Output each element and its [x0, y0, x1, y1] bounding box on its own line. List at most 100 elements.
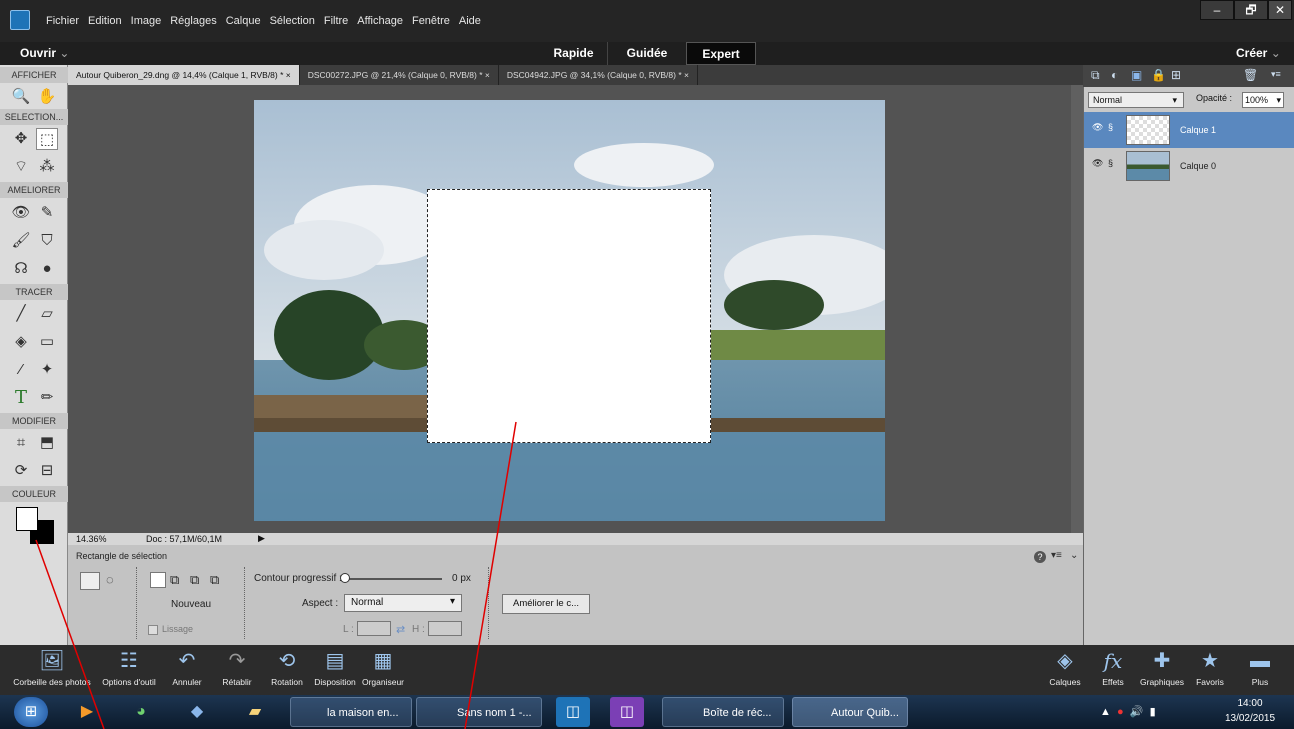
brush-tool-icon[interactable]: ╱ [10, 303, 32, 325]
content-move-tool-icon[interactable]: ⟳ [10, 460, 32, 482]
mask-icon[interactable]: ▣ [1131, 68, 1142, 82]
menu-edition[interactable]: Edition [88, 15, 122, 27]
width-input[interactable] [357, 621, 391, 636]
clock[interactable]: 14:00 13/02/2015 [1210, 696, 1290, 726]
menu-selection[interactable]: Sélection [270, 15, 315, 27]
zoom-tool-icon[interactable]: 🔍 [10, 86, 32, 108]
opacity-input[interactable]: 100% ▾ [1242, 92, 1284, 108]
taskbar-item-autour[interactable]: Autour Quib... [792, 697, 908, 727]
menu-reglages[interactable]: Réglages [170, 15, 216, 27]
white-selection-fill[interactable] [427, 189, 711, 443]
create-button[interactable]: Créer ⌄ [1236, 46, 1281, 60]
crop-tool-icon[interactable]: ⌗ [10, 432, 32, 454]
media-player-icon[interactable]: ▶ [70, 697, 104, 727]
book-icon[interactable]: ◆ [180, 697, 214, 727]
refine-edge-button[interactable]: Améliorer le c... [502, 594, 590, 614]
picasa-icon[interactable]: ◕ [124, 697, 158, 727]
layers-menu-icon[interactable]: ▾≡ [1271, 69, 1281, 80]
new-selection-icon[interactable] [150, 572, 166, 588]
panel-menu-icon[interactable]: ▾≡ [1051, 550, 1062, 561]
lock-icon[interactable]: 🔒 [1151, 68, 1166, 82]
redo-button[interactable]: ↷ Rétablir [212, 645, 262, 695]
collapse-chevron-icon[interactable]: ⌄ [1070, 550, 1078, 561]
lock-all-icon[interactable]: ⊞ [1171, 68, 1181, 82]
zoom-readout[interactable]: 14.36% [76, 534, 107, 544]
status-menu-arrow-icon[interactable]: ▶ [258, 533, 265, 544]
mode-expert-tab[interactable]: Expert [686, 42, 756, 65]
layer-row[interactable]: 👁 § Calque 0 [1084, 148, 1294, 184]
spot-healing-tool-icon[interactable]: ✎ [36, 202, 58, 224]
rotate-button[interactable]: ⟲ Rotation [262, 645, 312, 695]
aspect-select[interactable]: Normal ▾ [344, 594, 462, 612]
menu-calque[interactable]: Calque [226, 15, 261, 27]
doc-tab-dsc00272[interactable]: DSC00272.JPG @ 21,4% (Calque 0, RVB/8) *… [300, 65, 499, 85]
taskbar-item-sans-nom[interactable]: Sans nom 1 -... [416, 697, 542, 727]
premiere-icon[interactable]: ◫ [610, 697, 644, 727]
trash-icon[interactable]: 🗑 [1243, 68, 1258, 82]
start-button[interactable]: ⊞ [14, 697, 48, 727]
taskbar-item-chrome[interactable]: Boîte de réc... [662, 697, 784, 727]
intersect-selection-icon[interactable]: ⧉ [210, 572, 219, 588]
effects-button[interactable]: fx Effets [1092, 645, 1134, 695]
gradient-tool-icon[interactable]: ▭ [36, 331, 58, 353]
pencil-tool-icon[interactable]: ✏ [36, 387, 58, 409]
restore-button[interactable]: 🗗 [1234, 0, 1268, 20]
menu-image[interactable]: Image [131, 15, 162, 27]
subtract-selection-icon[interactable]: ⧉ [190, 572, 199, 588]
height-input[interactable] [428, 621, 462, 636]
photo-bin-button[interactable]: 🖼 Corbeille des photos [0, 645, 104, 695]
system-tray[interactable]: ▲ ● 🔊 ▮ [1100, 697, 1200, 727]
magic-wand-tool-icon[interactable]: ⁂ [36, 156, 58, 178]
folder-icon[interactable]: ▰ [238, 697, 272, 727]
tool-options-button[interactable]: ☷ Options d'outil [96, 645, 162, 695]
undo-button[interactable]: ↶ Annuler [162, 645, 212, 695]
link-icon[interactable]: § [1108, 158, 1113, 168]
layers-button[interactable]: ◈ Calques [1040, 645, 1090, 695]
clone-stamp-tool-icon[interactable]: ⛉ [36, 230, 58, 252]
network-icon[interactable]: ▮ [1150, 706, 1156, 718]
swap-arrows-icon[interactable]: ⇄ [396, 623, 405, 636]
move-tool-icon[interactable]: ✥ [10, 128, 32, 150]
taskbar-item-maison[interactable]: la maison en... [290, 697, 412, 727]
blend-mode-select[interactable]: Normal ▾ [1088, 92, 1184, 108]
mode-guidee-tab[interactable]: Guidée [609, 42, 685, 65]
hand-tool-icon[interactable]: ✋ [36, 86, 58, 108]
lasso-tool-icon[interactable]: ⌔ [10, 156, 32, 178]
add-selection-icon[interactable]: ⧉ [170, 572, 179, 588]
contour-slider-handle[interactable] [340, 573, 350, 583]
doc-tab-dsc04942[interactable]: DSC04942.JPG @ 34,1% (Calque 0, RVB/8) *… [499, 65, 698, 85]
red-eye-tool-icon[interactable]: 👁 [10, 202, 32, 224]
layout-button[interactable]: ▤ Disposition [310, 645, 360, 695]
volume-icon[interactable]: 🔊 [1130, 706, 1144, 718]
blur-tool-icon[interactable]: ☊ [10, 258, 32, 280]
paint-bucket-tool-icon[interactable]: ◈ [10, 331, 32, 353]
lissage-checkbox[interactable] [148, 625, 158, 635]
menu-aide[interactable]: Aide [459, 15, 481, 27]
close-button[interactable]: ✕ [1268, 0, 1292, 20]
doc-tab-quiberon[interactable]: Autour Quiberon_29.dng @ 14,4% (Calque 1… [68, 65, 300, 85]
rectangle-marquee-tool-icon[interactable]: ⬚ [36, 128, 58, 150]
minimize-button[interactable]: – [1200, 0, 1234, 20]
text-tool-icon[interactable]: T [10, 387, 32, 409]
more-button[interactable]: ▬ Plus [1240, 645, 1280, 695]
chevron-down-icon[interactable]: ▾ [1276, 93, 1281, 107]
link-icon[interactable]: § [1108, 122, 1113, 132]
fill-layer-icon[interactable]: ◐ [1111, 68, 1118, 82]
foreground-color-swatch[interactable] [16, 507, 38, 531]
menu-filtre[interactable]: Filtre [324, 15, 348, 27]
straighten-tool-icon[interactable]: ⊟ [36, 460, 58, 482]
recompose-tool-icon[interactable]: ⬒ [36, 432, 58, 454]
open-button[interactable]: Ouvrir ⌄ [20, 46, 69, 60]
sponge-tool-icon[interactable]: ● [36, 258, 58, 280]
contour-slider-track[interactable] [342, 578, 442, 580]
eyedropper-tool-icon[interactable]: ⁄ [10, 359, 32, 381]
help-icon[interactable]: ? [1034, 551, 1046, 563]
custom-shape-tool-icon[interactable]: ✦ [36, 359, 58, 381]
graphics-button[interactable]: ✚ Graphiques [1134, 645, 1190, 695]
eraser-tool-icon[interactable]: ▱ [36, 303, 58, 325]
menu-fichier[interactable]: Fichier [46, 15, 79, 27]
new-layer-icon[interactable]: ⧉ [1091, 68, 1100, 83]
mode-rapide-tab[interactable]: Rapide [540, 42, 608, 65]
vertical-scrollbar[interactable] [1071, 85, 1083, 533]
eye-icon[interactable]: 👁 [1092, 122, 1103, 133]
